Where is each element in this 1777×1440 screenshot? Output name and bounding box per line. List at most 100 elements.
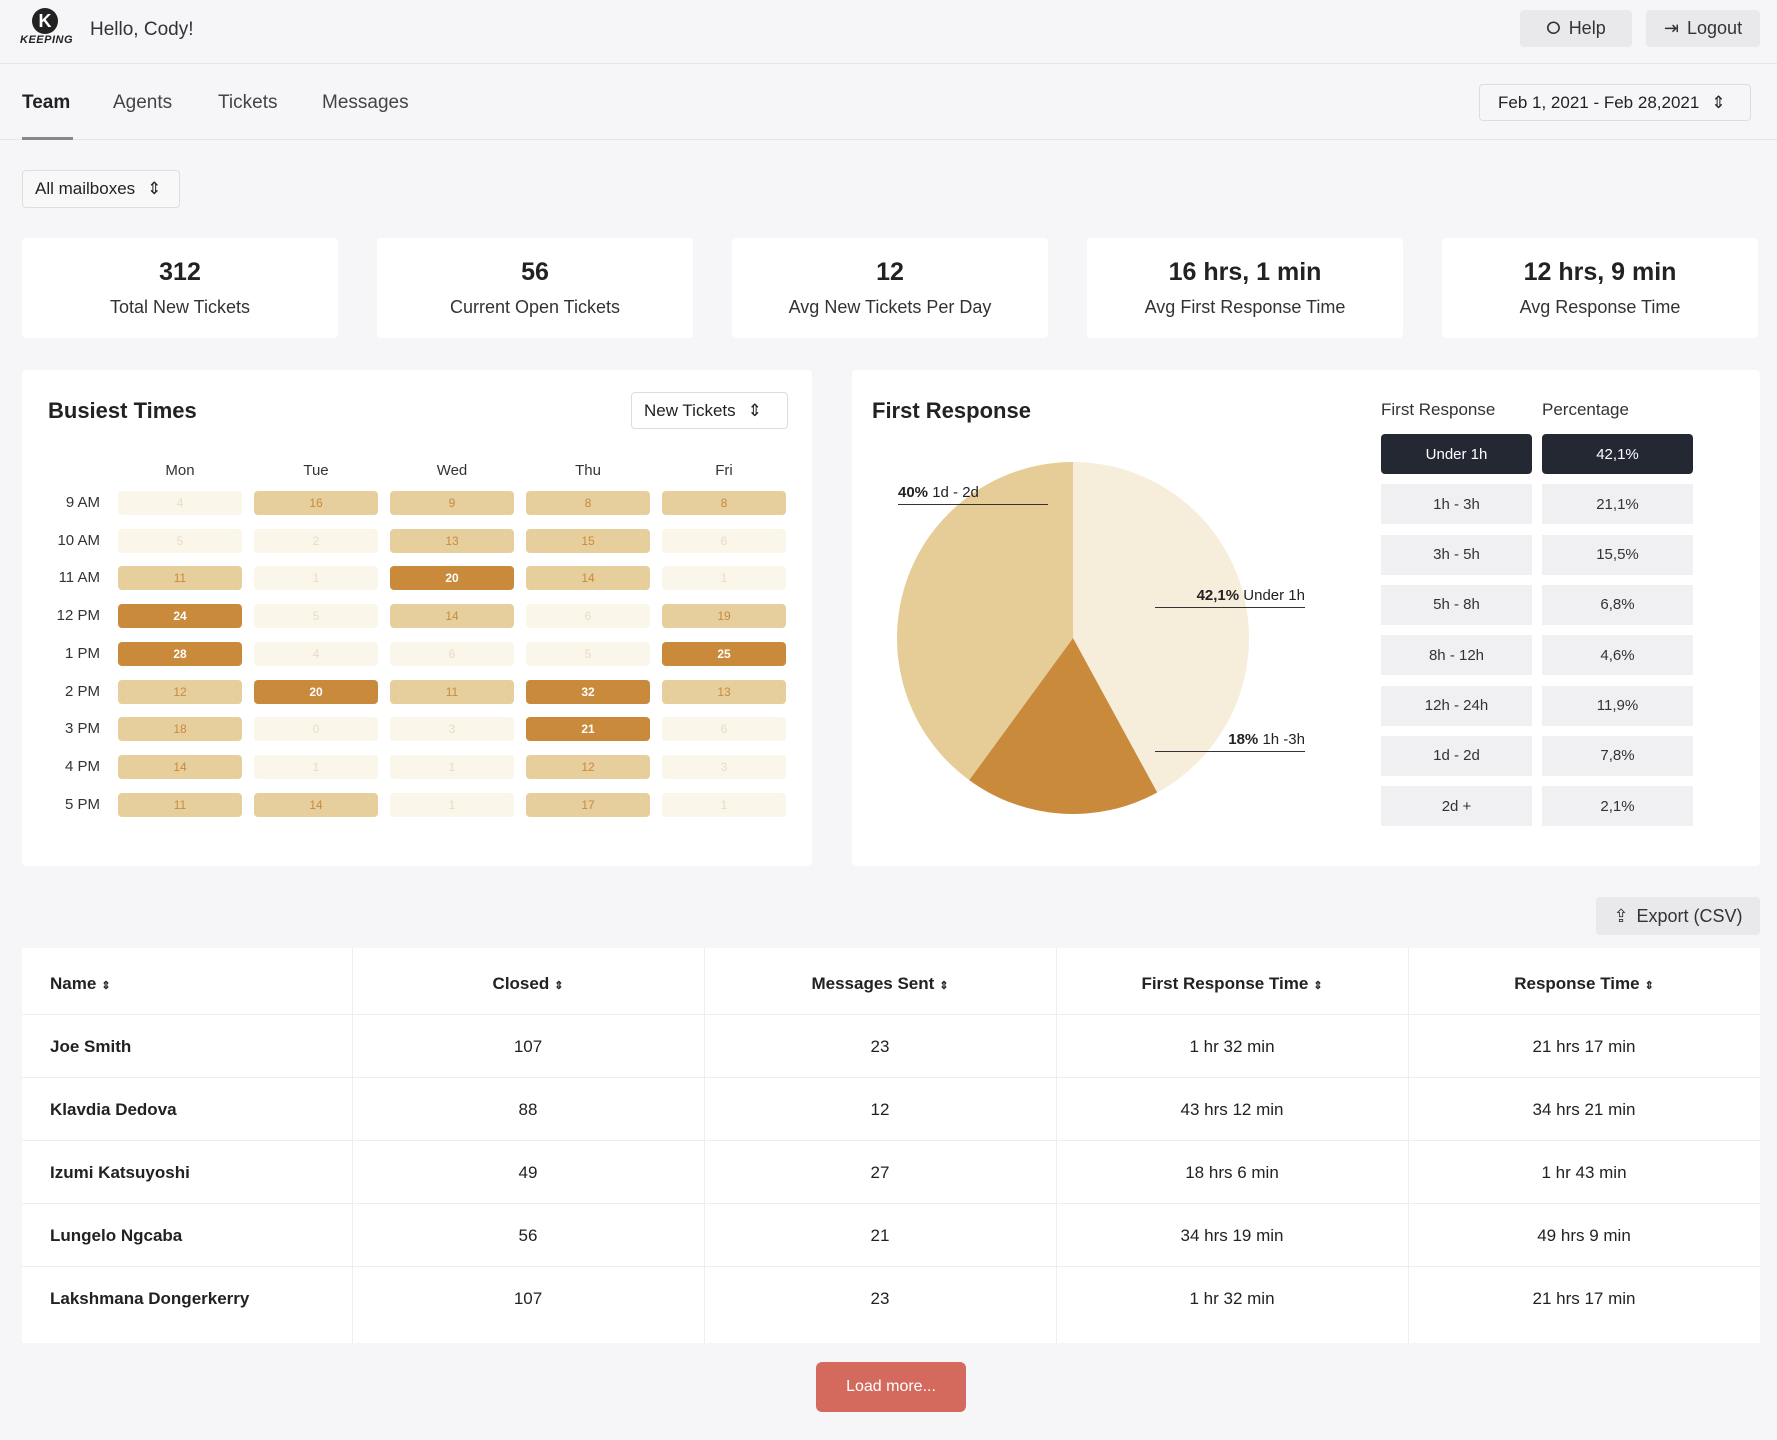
stat-label: Total New Tickets	[109, 297, 251, 317]
heatmap-cell[interactable]: 5	[254, 604, 378, 629]
heatmap-cell[interactable]: 14	[118, 754, 242, 779]
heatmap-cell[interactable]: 20	[390, 566, 514, 591]
heatmap-cell[interactable]: 12	[118, 679, 242, 704]
heatmap-cell[interactable]: 19	[662, 604, 786, 629]
table-row[interactable]: Lungelo Ngcaba 56 21 34 hrs 19 min 49 hrs 9 …	[22, 1203, 1760, 1266]
heatmap-cell[interactable]: 21	[526, 717, 650, 742]
heatmap-cell[interactable]: 6	[662, 717, 786, 742]
export-csv-button[interactable]: ⇪ Export (CSV)	[1596, 897, 1760, 935]
table-cell: 1 hr 32 min	[1189, 1289, 1275, 1308]
tab-team[interactable]: Team	[22, 92, 70, 114]
heatmap-cell[interactable]: 13	[390, 528, 514, 553]
heatmap-cell[interactable]: 3	[662, 754, 786, 779]
heatmap-cell[interactable]: 24	[118, 604, 242, 629]
heatmap-cell[interactable]: 28	[118, 641, 242, 666]
help-icon: ⭘	[1546, 18, 1561, 38]
heatmap-cell[interactable]: 25	[662, 641, 786, 666]
heatmap-cell[interactable]: 1	[254, 566, 378, 591]
keeping-logo[interactable]: K KEEPING	[20, 8, 74, 52]
heatmap-cell[interactable]: 11	[118, 792, 242, 817]
heatmap-cell[interactable]: 14	[390, 604, 514, 629]
heatmap-cell[interactable]: 4	[118, 491, 242, 515]
table-cell: Izumi Katsuyoshi	[50, 1163, 190, 1182]
response-range[interactable]: 8h - 12h	[1381, 635, 1532, 676]
heatmap-cell[interactable]: 5	[118, 528, 242, 553]
heatmap-cell[interactable]: 20	[254, 679, 378, 704]
heatmap-cell[interactable]: 6	[526, 604, 650, 629]
heatmap-cell[interactable]: 16	[254, 491, 378, 515]
table-row[interactable]: Joe Smith 107 23 1 hr 32 min 21 hrs 17 min	[22, 1014, 1760, 1077]
column-header[interactable]: Response Time ⇕	[1514, 974, 1654, 994]
response-range[interactable]: 1d - 2d	[1381, 735, 1532, 776]
table-cell: 21 hrs 17 min	[1532, 1289, 1636, 1308]
heatmap-cell[interactable]: 6	[662, 528, 786, 553]
column-header[interactable]: Closed ⇕	[493, 974, 564, 994]
heatmap-cell[interactable]: 2	[254, 528, 378, 553]
mailbox-select[interactable]: All mailboxes ⇕	[22, 170, 180, 208]
day-label: Thu	[575, 462, 601, 479]
response-range[interactable]: 3h - 5h	[1381, 534, 1532, 575]
table-cell: 12	[870, 1100, 890, 1119]
response-percentage: 4,6%	[1542, 635, 1693, 676]
stat-value: 16 hrs, 1 min	[1168, 258, 1322, 286]
heatmap-cell[interactable]: 11	[118, 566, 242, 591]
table-cell: 107	[513, 1289, 543, 1308]
table-row[interactable]: Lakshmana Dongerkerry 107 23 1 hr 32 min 21 …	[22, 1266, 1760, 1329]
response-percentage: 42,1%	[1542, 434, 1693, 474]
response-range[interactable]: Under 1h	[1381, 434, 1532, 474]
logout-button[interactable]: ⇥ Logout	[1646, 10, 1760, 47]
heatmap-cell[interactable]: 11	[390, 679, 514, 704]
table-row[interactable]: Klavdia Dedova 88 12 43 hrs 12 min 34 hrs 21…	[22, 1077, 1760, 1140]
heatmap-cell[interactable]: 4	[254, 641, 378, 666]
response-range[interactable]: 2d +	[1381, 786, 1532, 827]
heatmap-cell[interactable]: 9	[390, 491, 514, 515]
heatmap-cell[interactable]: 6	[390, 641, 514, 666]
pie-label-under-1h: 42,1% Under 1h	[1155, 587, 1305, 608]
heatmap-cell[interactable]: 17	[526, 792, 650, 817]
upload-icon: ⇪	[1613, 905, 1629, 926]
stat-label: Avg First Response Time	[1144, 297, 1346, 317]
heatmap-cell[interactable]: 12	[526, 754, 650, 779]
column-header[interactable]: First Response Time ⇕	[1141, 974, 1322, 994]
hour-label: 3 PM	[64, 720, 100, 738]
tab-messages[interactable]: Messages	[322, 92, 409, 114]
heatmap-cell[interactable]: 1	[390, 754, 514, 779]
table-row[interactable]: Izumi Katsuyoshi 49 27 18 hrs 6 min 1 hr 43 …	[22, 1140, 1760, 1203]
heatmap-cell[interactable]: 0	[254, 717, 378, 742]
date-range-select[interactable]: Feb 1, 2021 - Feb 28,2021 ⇕	[1479, 84, 1751, 121]
table-cell: 23	[870, 1289, 890, 1308]
response-range[interactable]: 1h - 3h	[1381, 484, 1532, 525]
response-percentage: 6,8%	[1542, 584, 1693, 625]
heatmap-cell[interactable]: 14	[526, 566, 650, 591]
heatmap-cell[interactable]: 3	[390, 717, 514, 742]
hour-label: 11 AM	[58, 569, 100, 587]
metric-select[interactable]: New Tickets ⇕	[631, 392, 788, 429]
heatmap-cell[interactable]: 5	[526, 641, 650, 666]
table-cell: Joe Smith	[50, 1037, 132, 1056]
heatmap-cell[interactable]: 14	[254, 792, 378, 817]
heatmap-cell[interactable]: 13	[662, 679, 786, 704]
response-range[interactable]: 5h - 8h	[1381, 584, 1532, 625]
table-cell: 56	[518, 1226, 538, 1245]
heatmap-cell[interactable]: 8	[662, 491, 786, 515]
response-range[interactable]: 12h - 24h	[1381, 685, 1532, 726]
heatmap-cell[interactable]: 1	[662, 792, 786, 817]
table-cell: 107	[513, 1037, 543, 1056]
heatmap-cell[interactable]: 1	[662, 566, 786, 591]
stat-value: 56	[521, 258, 549, 286]
stat-card: 312 Total New Tickets	[22, 238, 338, 338]
heatmap-cell[interactable]: 1	[390, 792, 514, 817]
heatmap-cell[interactable]: 32	[526, 679, 650, 704]
column-header[interactable]: Name ⇕	[50, 974, 111, 994]
heatmap-cell[interactable]: 18	[118, 717, 242, 742]
tab-agents[interactable]: Agents	[113, 92, 172, 114]
heatmap-cell[interactable]: 1	[254, 754, 378, 779]
help-button[interactable]: ⭘ Help	[1520, 10, 1632, 47]
heatmap-cell[interactable]: 8	[526, 491, 650, 515]
heatmap-cell[interactable]: 15	[526, 528, 650, 553]
table-cell: Klavdia Dedova	[50, 1100, 177, 1119]
tab-tickets[interactable]: Tickets	[218, 92, 277, 114]
column-header[interactable]: Messages Sent ⇕	[811, 974, 948, 994]
hour-label: 5 PM	[64, 795, 100, 813]
load-more-button[interactable]: Load more...	[816, 1362, 966, 1412]
